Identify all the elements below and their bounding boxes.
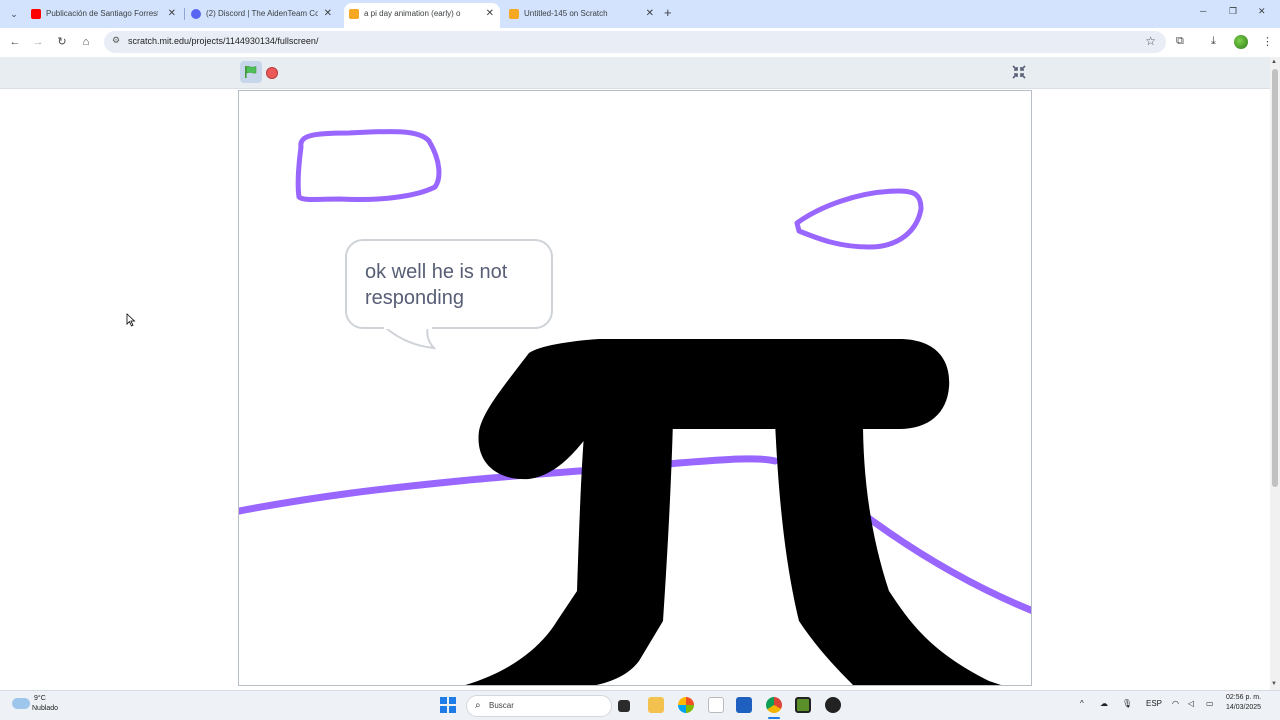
restore-icon[interactable]: ❐ [1229, 6, 1237, 17]
tab-search-chevron-icon[interactable]: ⌄ [6, 6, 22, 22]
battery-icon[interactable]: ▭ [1206, 699, 1214, 708]
scroll-thumb[interactable] [1272, 69, 1278, 487]
wifi-icon[interactable]: ◠ [1172, 699, 1179, 708]
menu-kebab-icon[interactable]: ⋮ [1262, 35, 1273, 48]
address-bar[interactable]: ⚙ scratch.mit.edu/projects/1144930134/fu… [104, 31, 1166, 53]
mouse-cursor-icon [126, 313, 136, 327]
close-icon[interactable]: ✕ [486, 3, 494, 25]
volume-icon[interactable]: ◁ [1188, 699, 1194, 708]
minecraft-icon[interactable] [795, 697, 811, 713]
windows-start-icon[interactable] [440, 697, 456, 713]
weather-temperature[interactable]: 9°C [34, 695, 46, 702]
speech-bubble: ok well he is not responding [345, 239, 553, 329]
scroll-down-arrow-icon[interactable]: ▼ [1271, 681, 1277, 687]
close-icon[interactable]: ✕ [324, 3, 332, 25]
purple-cloud-left [295, 128, 442, 202]
back-arrow-icon[interactable]: ← [7, 34, 23, 50]
url-text[interactable]: scratch.mit.edu/projects/1144930134/full… [128, 36, 318, 46]
discord-icon [191, 9, 201, 19]
extensions-icon[interactable]: ⧉ [1176, 35, 1184, 48]
taskbar-search[interactable]: ⌕ Buscar [466, 695, 612, 717]
tab-title: Untitled-145 on Scratch [524, 9, 608, 18]
windows-taskbar: 9°C Nublado ⌕ Buscar ^ ☁ 🎙 ESP ◠ ◁ ▭ 02:… [0, 690, 1280, 720]
reload-icon[interactable]: ↻ [54, 34, 70, 50]
new-tab-plus-icon[interactable]: + [664, 5, 678, 21]
app-icon[interactable] [825, 697, 841, 713]
close-icon[interactable]: ✕ [168, 3, 176, 25]
weather-description[interactable]: Nublado [32, 705, 58, 712]
tab-title: Publicación de Santiago Forrest [46, 9, 158, 18]
exit-fullscreen-icon[interactable] [1012, 65, 1026, 79]
youtube-icon [31, 9, 41, 19]
language-indicator[interactable]: ESP [1146, 699, 1162, 708]
stage-drawing [239, 128, 1031, 685]
task-view-icon[interactable] [618, 700, 630, 712]
cloud-weather-icon[interactable] [12, 698, 30, 709]
tab-pi-day-animation[interactable]: a pi day animation (early) o ✕ [344, 3, 500, 28]
tab-untitled-145[interactable]: Untitled-145 on Scratch ✕ [504, 3, 660, 25]
site-info-icon[interactable]: ⚙ [112, 35, 120, 46]
notepad-icon[interactable] [708, 697, 724, 713]
clock-date[interactable]: 14/03/2025 [1226, 704, 1261, 711]
download-icon[interactable]: ⤓ [1211, 35, 1216, 48]
home-icon[interactable]: ⌂ [78, 34, 94, 50]
active-app-indicator [768, 717, 780, 719]
onedrive-icon[interactable]: ☁ [1100, 699, 1108, 708]
tab-strip: ⌄ Publicación de Santiago Forrest ✕ (2) … [0, 0, 1280, 28]
close-icon[interactable]: ✕ [646, 3, 654, 25]
file-explorer-icon[interactable] [648, 697, 664, 713]
green-flag-icon [245, 65, 257, 78]
browser-toolbar: ← → ↻ ⌂ ⚙ scratch.mit.edu/projects/11449… [0, 28, 1280, 57]
scratch-stage[interactable]: ok well he is not responding [238, 90, 1032, 686]
search-placeholder: Buscar [489, 701, 514, 710]
profile-avatar[interactable] [1234, 35, 1248, 49]
speech-bubble-tail [384, 326, 437, 350]
copilot-icon[interactable] [678, 697, 694, 713]
scratch-icon [349, 9, 359, 19]
search-icon: ⌕ [475, 700, 481, 711]
minimize-icon[interactable]: ─ [1200, 6, 1206, 16]
speech-text: ok well he is not responding [365, 261, 508, 309]
scratch-player-controls [0, 57, 1270, 89]
stop-button[interactable] [266, 67, 278, 79]
tab-discord[interactable]: (2) Discord | The AidenTeam Co ✕ [186, 3, 338, 25]
show-hidden-icons-chevron-icon[interactable]: ^ [1080, 699, 1084, 708]
tab-title: (2) Discord | The AidenTeam Co [206, 9, 318, 18]
scratch-icon [509, 9, 519, 19]
chrome-icon[interactable] [766, 697, 782, 713]
page-scrollbar[interactable]: ▲ ▼ [1270, 57, 1280, 690]
forward-arrow-icon[interactable]: → [30, 34, 46, 50]
scroll-up-arrow-icon[interactable]: ▲ [1271, 59, 1277, 65]
pi-character [465, 339, 1001, 685]
window-close-icon[interactable]: ✕ [1258, 6, 1266, 17]
tab-divider [184, 8, 185, 20]
bookmark-star-icon[interactable]: ☆ [1145, 34, 1156, 48]
green-flag-button[interactable] [240, 61, 262, 83]
microphone-icon[interactable]: 🎙 [1122, 699, 1132, 708]
store-icon[interactable] [736, 697, 752, 713]
tab-youtube[interactable]: Publicación de Santiago Forrest ✕ [26, 3, 182, 25]
clock-time[interactable]: 02:56 p. m. [1226, 694, 1261, 701]
tab-title: a pi day animation (early) o [364, 9, 461, 18]
purple-cloud-right [794, 188, 924, 250]
